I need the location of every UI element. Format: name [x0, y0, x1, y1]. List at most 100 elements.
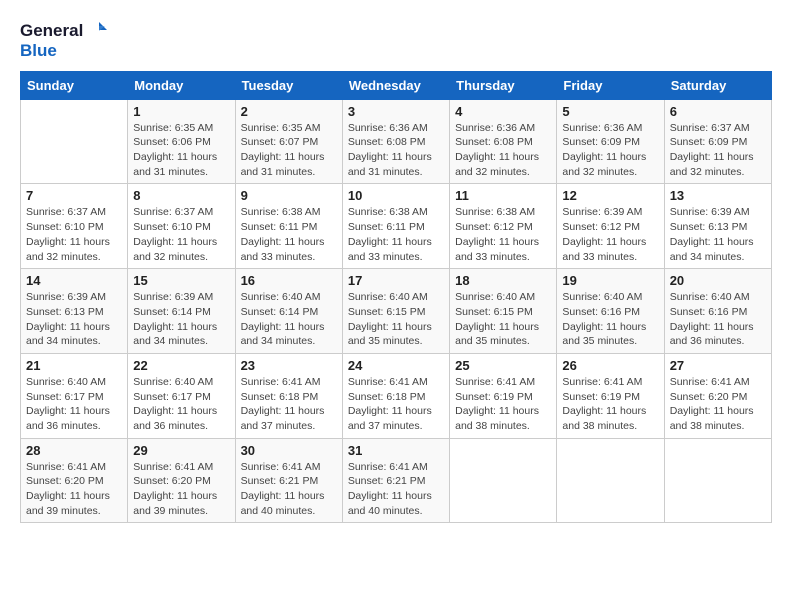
- day-number: 3: [348, 104, 444, 119]
- day-number: 5: [562, 104, 658, 119]
- calendar-cell: 7Sunrise: 6:37 AMSunset: 6:10 PMDaylight…: [21, 184, 128, 269]
- cell-text-line: Sunset: 6:11 PM: [241, 220, 337, 235]
- cell-text-line: Sunrise: 6:38 AM: [241, 205, 337, 220]
- day-number: 15: [133, 273, 229, 288]
- cell-text-line: Sunrise: 6:40 AM: [455, 290, 551, 305]
- calendar-cell: [557, 438, 664, 523]
- cell-text-line: Sunset: 6:18 PM: [241, 390, 337, 405]
- cell-text-line: Sunrise: 6:40 AM: [348, 290, 444, 305]
- cell-text-line: Sunset: 6:14 PM: [241, 305, 337, 320]
- day-number: 25: [455, 358, 551, 373]
- cell-text-line: Sunset: 6:10 PM: [133, 220, 229, 235]
- cell-text-line: Daylight: 11 hours and 32 minutes.: [26, 235, 122, 264]
- weekday-header-thursday: Thursday: [450, 71, 557, 99]
- cell-text-line: Daylight: 11 hours and 36 minutes.: [670, 320, 766, 349]
- cell-text-line: Daylight: 11 hours and 32 minutes.: [455, 150, 551, 179]
- day-number: 9: [241, 188, 337, 203]
- cell-text-line: Sunrise: 6:35 AM: [241, 121, 337, 136]
- calendar-cell: 26Sunrise: 6:41 AMSunset: 6:19 PMDayligh…: [557, 353, 664, 438]
- day-number: 7: [26, 188, 122, 203]
- cell-text-line: Daylight: 11 hours and 38 minutes.: [455, 404, 551, 433]
- calendar-cell: 6Sunrise: 6:37 AMSunset: 6:09 PMDaylight…: [664, 99, 771, 184]
- calendar-cell: 12Sunrise: 6:39 AMSunset: 6:12 PMDayligh…: [557, 184, 664, 269]
- cell-text-line: Sunset: 6:12 PM: [455, 220, 551, 235]
- cell-text-line: Daylight: 11 hours and 33 minutes.: [241, 235, 337, 264]
- cell-text-line: Sunset: 6:20 PM: [670, 390, 766, 405]
- cell-text-line: Sunrise: 6:40 AM: [241, 290, 337, 305]
- calendar-cell: 31Sunrise: 6:41 AMSunset: 6:21 PMDayligh…: [342, 438, 449, 523]
- cell-text-line: Sunrise: 6:41 AM: [455, 375, 551, 390]
- cell-text-line: Daylight: 11 hours and 32 minutes.: [562, 150, 658, 179]
- cell-text-line: Sunrise: 6:40 AM: [670, 290, 766, 305]
- calendar-cell: 1Sunrise: 6:35 AMSunset: 6:06 PMDaylight…: [128, 99, 235, 184]
- day-number: 13: [670, 188, 766, 203]
- cell-text-line: Daylight: 11 hours and 32 minutes.: [133, 235, 229, 264]
- calendar-cell: 27Sunrise: 6:41 AMSunset: 6:20 PMDayligh…: [664, 353, 771, 438]
- day-number: 21: [26, 358, 122, 373]
- day-number: 6: [670, 104, 766, 119]
- cell-text-line: Daylight: 11 hours and 34 minutes.: [241, 320, 337, 349]
- cell-text-line: Sunset: 6:18 PM: [348, 390, 444, 405]
- weekday-header-friday: Friday: [557, 71, 664, 99]
- cell-text-line: Sunrise: 6:38 AM: [348, 205, 444, 220]
- day-number: 29: [133, 443, 229, 458]
- day-number: 8: [133, 188, 229, 203]
- cell-text-line: Daylight: 11 hours and 31 minutes.: [241, 150, 337, 179]
- cell-text-line: Sunrise: 6:39 AM: [562, 205, 658, 220]
- cell-text-line: Daylight: 11 hours and 37 minutes.: [241, 404, 337, 433]
- logo-bird-icon: [85, 20, 107, 42]
- day-number: 1: [133, 104, 229, 119]
- cell-text-line: Sunrise: 6:37 AM: [670, 121, 766, 136]
- day-number: 10: [348, 188, 444, 203]
- calendar-cell: 17Sunrise: 6:40 AMSunset: 6:15 PMDayligh…: [342, 269, 449, 354]
- cell-text-line: Sunset: 6:20 PM: [133, 474, 229, 489]
- calendar-cell: 4Sunrise: 6:36 AMSunset: 6:08 PMDaylight…: [450, 99, 557, 184]
- cell-text-line: Sunset: 6:21 PM: [348, 474, 444, 489]
- weekday-header-monday: Monday: [128, 71, 235, 99]
- cell-text-line: Daylight: 11 hours and 38 minutes.: [670, 404, 766, 433]
- cell-text-line: Sunset: 6:17 PM: [26, 390, 122, 405]
- calendar-cell: 11Sunrise: 6:38 AMSunset: 6:12 PMDayligh…: [450, 184, 557, 269]
- calendar-cell: 19Sunrise: 6:40 AMSunset: 6:16 PMDayligh…: [557, 269, 664, 354]
- cell-text-line: Daylight: 11 hours and 34 minutes.: [670, 235, 766, 264]
- weekday-header-tuesday: Tuesday: [235, 71, 342, 99]
- cell-text-line: Sunset: 6:19 PM: [455, 390, 551, 405]
- cell-text-line: Sunrise: 6:40 AM: [133, 375, 229, 390]
- cell-text-line: Sunrise: 6:41 AM: [241, 460, 337, 475]
- cell-text-line: Sunset: 6:21 PM: [241, 474, 337, 489]
- day-number: 12: [562, 188, 658, 203]
- calendar-week-4: 21 Sunrise: 6:40 AM Sunset: 6:17 PM Dayligh…: [21, 353, 772, 438]
- header: General Blue: [20, 20, 772, 61]
- calendar-cell: [664, 438, 771, 523]
- day-number: 18: [455, 273, 551, 288]
- cell-text-line: Daylight: 11 hours and 33 minutes.: [455, 235, 551, 264]
- calendar-cell: 22Sunrise: 6:40 AMSunset: 6:17 PMDayligh…: [128, 353, 235, 438]
- calendar-cell: 29Sunrise: 6:41 AMSunset: 6:20 PMDayligh…: [128, 438, 235, 523]
- cell-text-line: Sunrise: 6:41 AM: [133, 460, 229, 475]
- cell-text-line: Daylight: 11 hours and 35 minutes.: [562, 320, 658, 349]
- calendar-week-2: 7Sunrise: 6:37 AMSunset: 6:10 PMDaylight…: [21, 184, 772, 269]
- cell-text-line: Sunrise: 6:38 AM: [455, 205, 551, 220]
- weekday-header-sunday: Sunday: [21, 71, 128, 99]
- cell-text-line: Sunrise: 6:41 AM: [241, 375, 337, 390]
- calendar-cell: 8Sunrise: 6:37 AMSunset: 6:10 PMDaylight…: [128, 184, 235, 269]
- cell-text-line: Sunset: 6:13 PM: [670, 220, 766, 235]
- calendar-cell: 25 Sunrise: 6:41 AMSunset: 6:19 PMDayligh…: [450, 353, 557, 438]
- calendar-cell: 2Sunrise: 6:35 AMSunset: 6:07 PMDaylight…: [235, 99, 342, 184]
- cell-text-line: Daylight: 11 hours and 31 minutes.: [133, 150, 229, 179]
- calendar-cell: 21Sunrise: 6:40 AMSunset: 6:17 PMDayligh…: [21, 353, 128, 438]
- cell-text-line: Sunset: 6:15 PM: [348, 305, 444, 320]
- weekday-header-saturday: Saturday: [664, 71, 771, 99]
- calendar-cell: 24Sunrise: 6:41 AMSunset: 6:18 PMDayligh…: [342, 353, 449, 438]
- cell-text-line: Sunset: 6:08 PM: [455, 135, 551, 150]
- cell-text-line: Daylight: 11 hours and 35 minutes.: [455, 320, 551, 349]
- cell-text-line: Daylight: 11 hours and 38 minutes.: [562, 404, 658, 433]
- cell-text-line: Sunset: 6:06 PM: [133, 135, 229, 150]
- calendar-cell: [21, 99, 128, 184]
- cell-text-line: Daylight: 11 hours and 34 minutes.: [133, 320, 229, 349]
- calendar-cell: 23Sunrise: 6:41 AMSunset: 6:18 PMDayligh…: [235, 353, 342, 438]
- cell-text-line: Sunset: 6:16 PM: [670, 305, 766, 320]
- logo-blue: Blue: [20, 42, 57, 61]
- calendar-cell: 18Sunrise: 6:40 AMSunset: 6:15 PMDayligh…: [450, 269, 557, 354]
- cell-text-line: Sunrise: 6:39 AM: [133, 290, 229, 305]
